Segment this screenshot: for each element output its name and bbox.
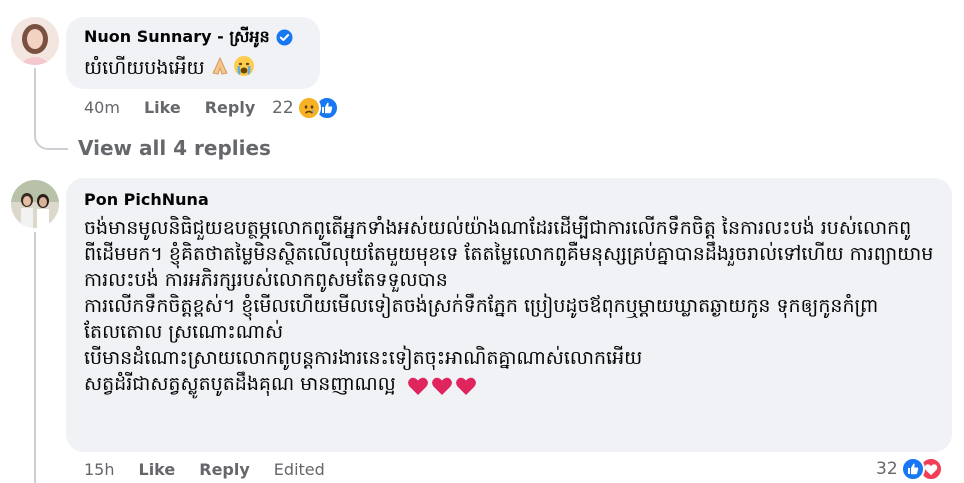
avatar-photo xyxy=(11,180,59,228)
comment-author[interactable]: Pon PichNuna xyxy=(84,190,209,210)
author-name[interactable]: Nuon Sunnary - ស្រីអូន xyxy=(84,27,270,47)
comment-time[interactable]: 15h xyxy=(84,460,115,479)
reaction-count: 32 xyxy=(876,459,898,479)
comment-text: ចង់មានមូលនិធិជួយឧបត្ថម្ភលោកពូតើអ្នកទាំងអ… xyxy=(84,217,934,395)
reaction-summary[interactable]: 22 xyxy=(272,96,339,120)
thread-line-1-curve xyxy=(34,130,68,150)
thread-line-1 xyxy=(34,68,36,132)
avatar-photo xyxy=(11,17,59,65)
author-name[interactable]: Pon PichNuna xyxy=(84,190,209,210)
comment-time[interactable]: 40m xyxy=(84,98,120,117)
comment-actions: 40m Like Reply xyxy=(84,98,279,117)
heart-icon xyxy=(455,377,476,395)
like-button[interactable]: Like xyxy=(144,98,181,117)
comment-author[interactable]: Nuon Sunnary - ស្រីអូន xyxy=(84,27,293,47)
view-replies-link[interactable]: View all 4 replies xyxy=(78,136,271,160)
crying-face-icon xyxy=(233,55,255,81)
like-icon xyxy=(900,457,925,481)
reaction-summary[interactable]: 32 xyxy=(876,457,943,481)
comment-text: យំហើយបងអើយ xyxy=(84,57,205,79)
heart-icons xyxy=(407,376,477,396)
comment-body: ចង់មានមូលនិធិជួយឧបត្ថម្ភលោកពូតើអ្នកទាំងអ… xyxy=(84,215,934,397)
comment-bubble: Pon PichNuna ចង់មានមូលនិធិជួយឧបត្ថម្ភលោក… xyxy=(66,178,952,452)
reply-button[interactable]: Reply xyxy=(199,460,250,479)
heart-icon xyxy=(407,377,428,395)
sad-icon xyxy=(296,96,321,120)
reply-button[interactable]: Reply xyxy=(205,98,256,117)
heart-icon xyxy=(431,377,452,395)
comment-bubble: Nuon Sunnary - ស្រីអូន យំហើយបងអើយ xyxy=(66,17,320,89)
avatar[interactable] xyxy=(11,17,59,65)
praying-hands-icon xyxy=(209,55,231,81)
comment-actions: 15h Like Reply Edited xyxy=(84,460,349,479)
thread-line-2 xyxy=(34,232,36,483)
comment-text-row: យំហើយបងអើយ xyxy=(84,55,255,81)
avatar[interactable] xyxy=(11,180,59,228)
like-button[interactable]: Like xyxy=(139,460,176,479)
verified-badge-icon xyxy=(276,29,293,46)
reaction-count: 22 xyxy=(272,98,294,118)
edited-label: Edited xyxy=(273,460,325,479)
